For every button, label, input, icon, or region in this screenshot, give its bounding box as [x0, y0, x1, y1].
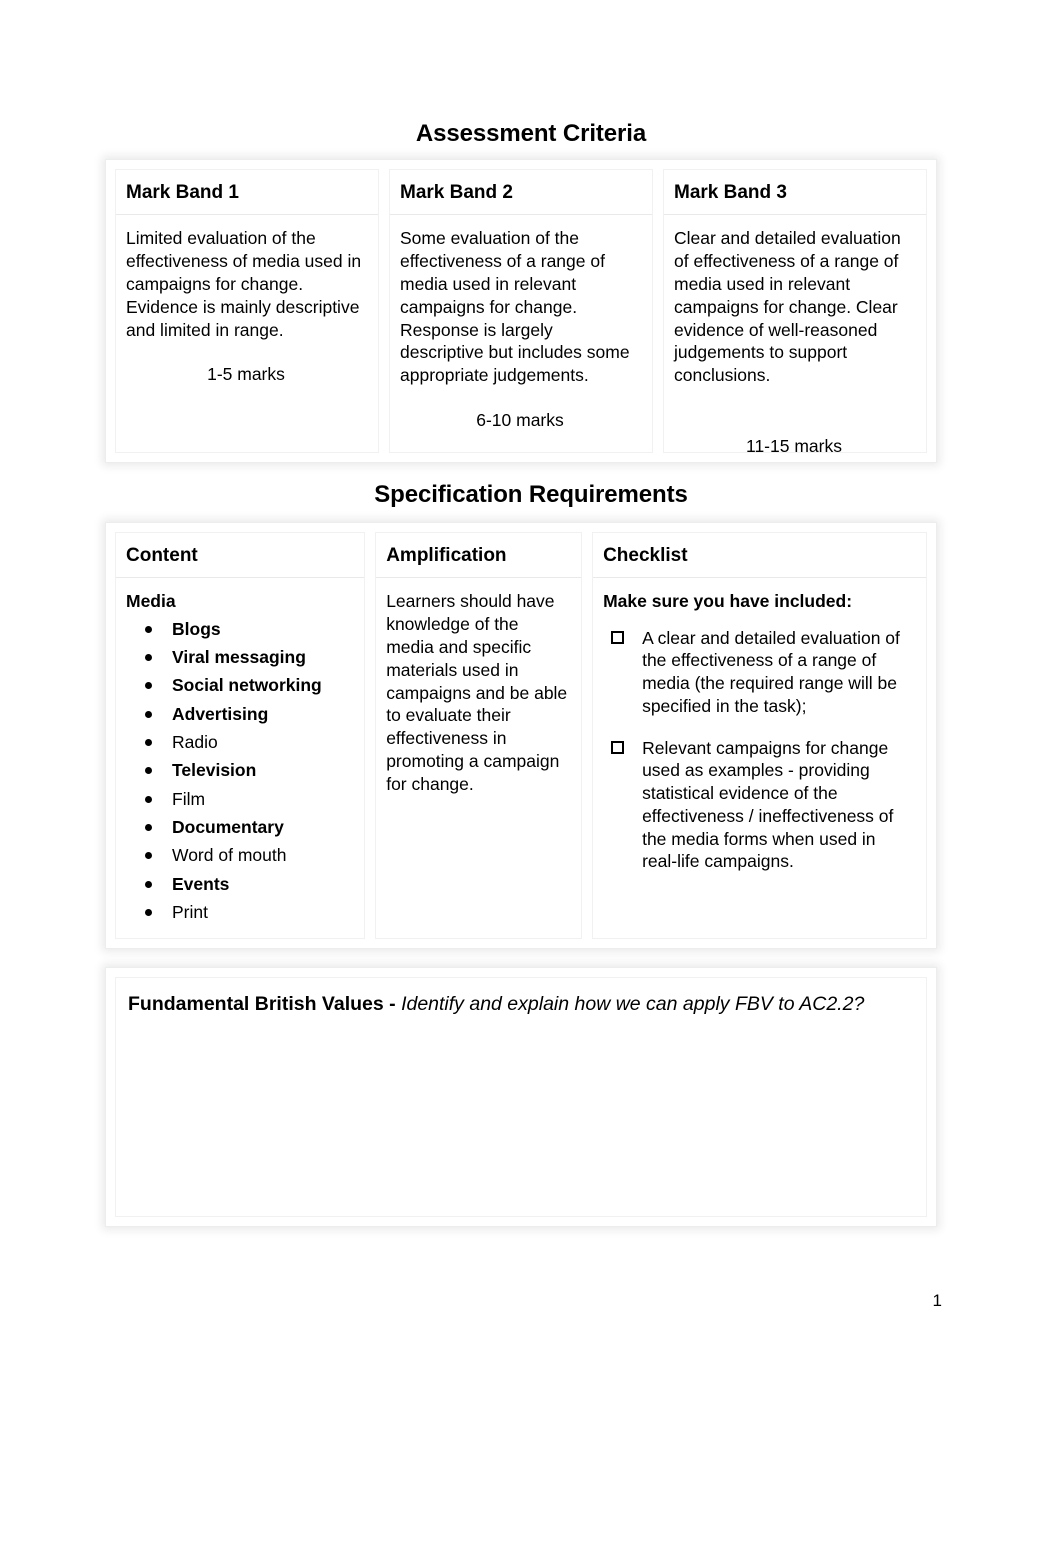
checklist-items: A clear and detailed evaluation of the e… — [603, 627, 914, 874]
assessment-criteria-title: Assessment Criteria — [415, 120, 647, 147]
fundamental-british-values-box: Fundamental British Values - Identify an… — [106, 968, 936, 1226]
mark-band-3-description: Clear and detailed evaluation of effecti… — [674, 227, 901, 386]
media-list: Blogs Viral messaging Social networking Adv… — [126, 615, 352, 927]
media-list-item: Word of mouth — [142, 841, 352, 869]
mark-band-1-header: Mark Band 1 — [116, 170, 378, 215]
mark-band-1-column: Mark Band 1 Limited evaluation of the ef… — [116, 170, 378, 452]
media-list-item: Viral messaging — [142, 643, 352, 671]
checklist-item-label: Relevant campaigns for change used as ex… — [642, 737, 894, 872]
content-column-header: Content — [116, 533, 365, 578]
mark-band-1-marks: 1-5 marks — [207, 364, 285, 385]
mark-band-1-description: Limited evaluation of the effectiveness … — [126, 227, 362, 340]
specification-requirements-title: Specification Requirements — [374, 481, 688, 508]
checklist-column: Checklist Make sure you have included: A… — [593, 533, 926, 938]
media-list-item: Film — [142, 785, 352, 813]
checklist-item-label: A clear and detailed evaluation of the e… — [642, 627, 900, 716]
mark-band-3-header: Mark Band 3 — [664, 170, 926, 215]
checklist-item[interactable]: A clear and detailed evaluation of the e… — [603, 627, 914, 718]
page-number: 1 — [932, 1291, 942, 1310]
assessment-criteria-table: Mark Band 1 Limited evaluation of the ef… — [106, 160, 936, 462]
media-list-item: Print — [142, 898, 352, 926]
media-list-item: Radio — [142, 728, 352, 756]
media-list-item: Social networking — [142, 671, 352, 699]
mark-band-3-marks: 11-15 marks — [746, 436, 842, 457]
fbv-label: Fundamental British Values - — [128, 993, 402, 1015]
checkbox-icon[interactable] — [611, 740, 625, 754]
document-page: Assessment Criteria Mark Band 1 Limited … — [0, 0, 1062, 1556]
amplification-column: Amplification Learners should have knowl… — [376, 533, 582, 938]
mark-band-2-description: Some evaluation of the effectiveness of … — [400, 227, 630, 386]
media-subheading: Media — [126, 590, 176, 611]
media-list-item: Television — [142, 756, 352, 784]
checklist-column-header: Checklist — [593, 533, 926, 578]
mark-band-2-column: Mark Band 2 Some evaluation of the effec… — [390, 170, 652, 452]
checklist-item[interactable]: Relevant campaigns for change used as ex… — [603, 737, 914, 874]
mark-band-3-column: Mark Band 3 Clear and detailed evaluatio… — [664, 170, 926, 456]
media-list-item: Advertising — [142, 700, 352, 728]
media-list-item: Blogs — [142, 615, 352, 643]
checkbox-icon[interactable] — [611, 630, 625, 644]
fbv-prompt: Fundamental British Values - Identify an… — [128, 993, 916, 1016]
fbv-answer-area[interactable]: Fundamental British Values - Identify an… — [116, 978, 926, 1216]
fbv-question: Identify and explain how we can apply FB… — [401, 993, 865, 1015]
media-list-item: Documentary — [142, 813, 352, 841]
specification-requirements-table: Content Media Blogs Viral messaging Social… — [106, 523, 936, 948]
amplification-text: Learners should have knowledge of the me… — [386, 590, 568, 795]
content-column: Content Media Blogs Viral messaging Social… — [116, 533, 365, 938]
amplification-column-header: Amplification — [376, 533, 582, 578]
mark-band-2-header: Mark Band 2 — [390, 170, 652, 215]
checklist-subheading: Make sure you have included: — [603, 590, 853, 611]
mark-band-2-marks: 6-10 marks — [476, 410, 564, 431]
media-list-item: Events — [142, 870, 352, 898]
